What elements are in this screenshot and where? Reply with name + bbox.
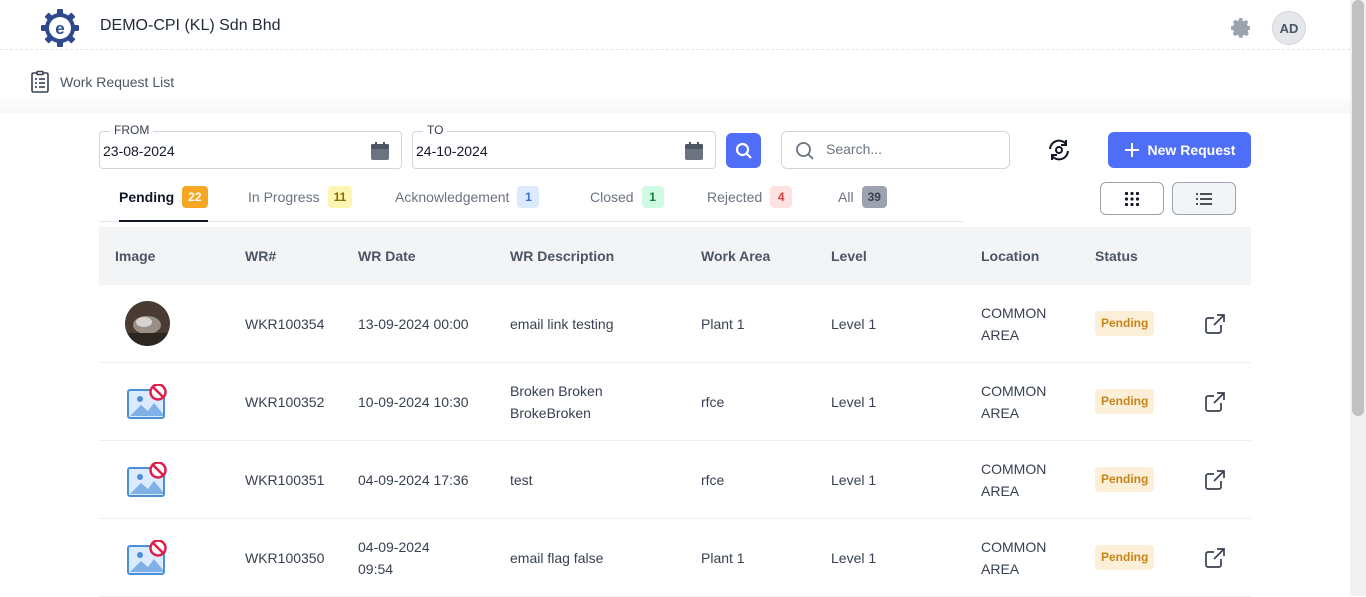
- to-date-value: 24-10-2024: [416, 143, 488, 159]
- level: Level 1: [831, 316, 877, 332]
- calendar-icon[interactable]: [684, 141, 704, 161]
- tab-label: All: [838, 189, 854, 205]
- open-external-icon[interactable]: [1204, 547, 1226, 569]
- tab-count-badge: 4: [770, 186, 793, 208]
- wr-date: 04-09-2024 09:54: [358, 539, 430, 577]
- column-header-level[interactable]: Level: [831, 248, 867, 264]
- wr-description: email flag false: [510, 550, 604, 566]
- company-name: DEMO-CPI (KL) Sdn Bhd: [100, 17, 281, 34]
- work-area: rfce: [701, 472, 725, 488]
- tab-count-badge: 1: [517, 186, 540, 208]
- column-header-status[interactable]: Status: [1095, 248, 1138, 264]
- location: COMMON AREA: [981, 461, 1047, 499]
- page-scrollbar-thumb[interactable]: [1352, 0, 1364, 416]
- work-request-photo[interactable]: [125, 301, 170, 346]
- status-tabs: Pending 22 In Progress 11 Acknowledgemen…: [99, 182, 963, 222]
- breadcrumb-bar: [0, 51, 1350, 113]
- no-image-icon: [127, 540, 167, 575]
- tab-count-badge: 39: [861, 186, 887, 208]
- list-icon: [1196, 192, 1212, 205]
- column-header-location[interactable]: Location: [981, 248, 1039, 264]
- column-header-image[interactable]: Image: [115, 248, 155, 264]
- location: COMMON AREA: [981, 383, 1047, 421]
- company-logo[interactable]: e: [40, 8, 80, 48]
- column-header-wr[interactable]: WR#: [245, 248, 276, 264]
- tab-rejected[interactable]: Rejected 4: [707, 182, 793, 222]
- search-icon: [796, 142, 814, 160]
- status-badge: Pending: [1095, 467, 1155, 492]
- tab-pending[interactable]: Pending 22: [119, 182, 208, 222]
- wr-description: email link testing: [510, 316, 614, 332]
- work-area: Plant 1: [701, 316, 745, 332]
- plus-icon: [1124, 143, 1139, 157]
- date-search-button[interactable]: [726, 133, 761, 168]
- table-header: Image WR# WR Date WR Description Work Ar…: [99, 227, 1251, 285]
- table-row[interactable]: WKR100351 04-09-2024 17:36 test rfce Lev…: [99, 441, 1251, 519]
- wr-description: Broken Broken BrokeBroken: [510, 383, 603, 421]
- tab-count-badge: 11: [327, 186, 353, 208]
- wr-number: WKR100350: [245, 550, 325, 566]
- no-image-icon: [127, 384, 167, 419]
- calendar-icon[interactable]: [370, 141, 390, 161]
- level: Level 1: [831, 472, 877, 488]
- search-input[interactable]: [826, 141, 996, 157]
- from-date-label: FROM: [110, 123, 154, 137]
- tab-label: In Progress: [248, 189, 320, 205]
- search-icon: [735, 142, 752, 159]
- settings-gear-icon[interactable]: [1229, 16, 1253, 40]
- status-badge: Pending: [1095, 389, 1155, 414]
- tab-label: Closed: [590, 189, 634, 205]
- wr-number: WKR100352: [245, 394, 325, 410]
- location: COMMON AREA: [981, 539, 1047, 577]
- wr-number: WKR100354: [245, 316, 325, 332]
- status-badge: Pending: [1095, 545, 1155, 570]
- new-request-button[interactable]: New Request: [1108, 132, 1251, 168]
- tab-count-badge: 22: [182, 186, 208, 208]
- level: Level 1: [831, 550, 877, 566]
- to-date-label: TO: [423, 123, 448, 137]
- grid-view-button[interactable]: [1100, 182, 1164, 215]
- wr-number: WKR100351: [245, 472, 325, 488]
- tab-acknowledgement[interactable]: Acknowledgement 1: [395, 182, 540, 222]
- tab-label: Rejected: [707, 189, 763, 205]
- svg-text:e: e: [55, 19, 64, 38]
- wr-description: test: [510, 472, 533, 488]
- to-date-field[interactable]: TO 24-10-2024: [412, 123, 716, 169]
- wr-date: 10-09-2024 10:30: [358, 394, 469, 410]
- table-row[interactable]: WKR100354 13-09-2024 00:00 email link te…: [99, 285, 1251, 363]
- tab-label: Pending: [119, 189, 175, 205]
- user-avatar[interactable]: AD: [1272, 11, 1306, 45]
- new-request-label: New Request: [1147, 142, 1236, 158]
- status-badge: Pending: [1095, 311, 1155, 336]
- list-view-button[interactable]: [1172, 182, 1236, 215]
- tab-all[interactable]: All 39: [838, 182, 887, 222]
- open-external-icon[interactable]: [1204, 391, 1226, 413]
- level: Level 1: [831, 394, 877, 410]
- tab-closed[interactable]: Closed 1: [590, 182, 664, 222]
- tab-label: Acknowledgement: [395, 189, 510, 205]
- top-bar: e DEMO-CPI (KL) Sdn Bhd AD: [0, 0, 1350, 50]
- column-header-wr-description[interactable]: WR Description: [510, 248, 614, 264]
- table-row[interactable]: WKR100352 10-09-2024 10:30 Broken Broken…: [99, 363, 1251, 441]
- refresh-icon[interactable]: [1046, 137, 1072, 163]
- work-area: Plant 1: [701, 550, 745, 566]
- no-image-icon: [127, 462, 167, 497]
- tab-in-progress[interactable]: In Progress 11: [248, 182, 353, 222]
- wr-date: 13-09-2024 00:00: [358, 316, 469, 332]
- open-external-icon[interactable]: [1204, 313, 1226, 335]
- search-field[interactable]: [781, 131, 1010, 169]
- column-header-work-area[interactable]: Work Area: [701, 248, 770, 264]
- clipboard-list-icon: [31, 70, 49, 93]
- table-row[interactable]: WKR100350 04-09-2024 09:54 email flag fa…: [99, 519, 1251, 597]
- work-area: rfce: [701, 394, 725, 410]
- column-header-wr-date[interactable]: WR Date: [358, 248, 416, 264]
- wr-date: 04-09-2024 17:36: [358, 472, 469, 488]
- from-date-field[interactable]: FROM 23-08-2024: [99, 123, 402, 169]
- from-date-value: 23-08-2024: [103, 143, 175, 159]
- open-external-icon[interactable]: [1204, 469, 1226, 491]
- tab-count-badge: 1: [641, 186, 664, 208]
- grid-dots-icon: [1124, 191, 1140, 206]
- location: COMMON AREA: [981, 305, 1047, 343]
- breadcrumb-title: Work Request List: [60, 74, 175, 90]
